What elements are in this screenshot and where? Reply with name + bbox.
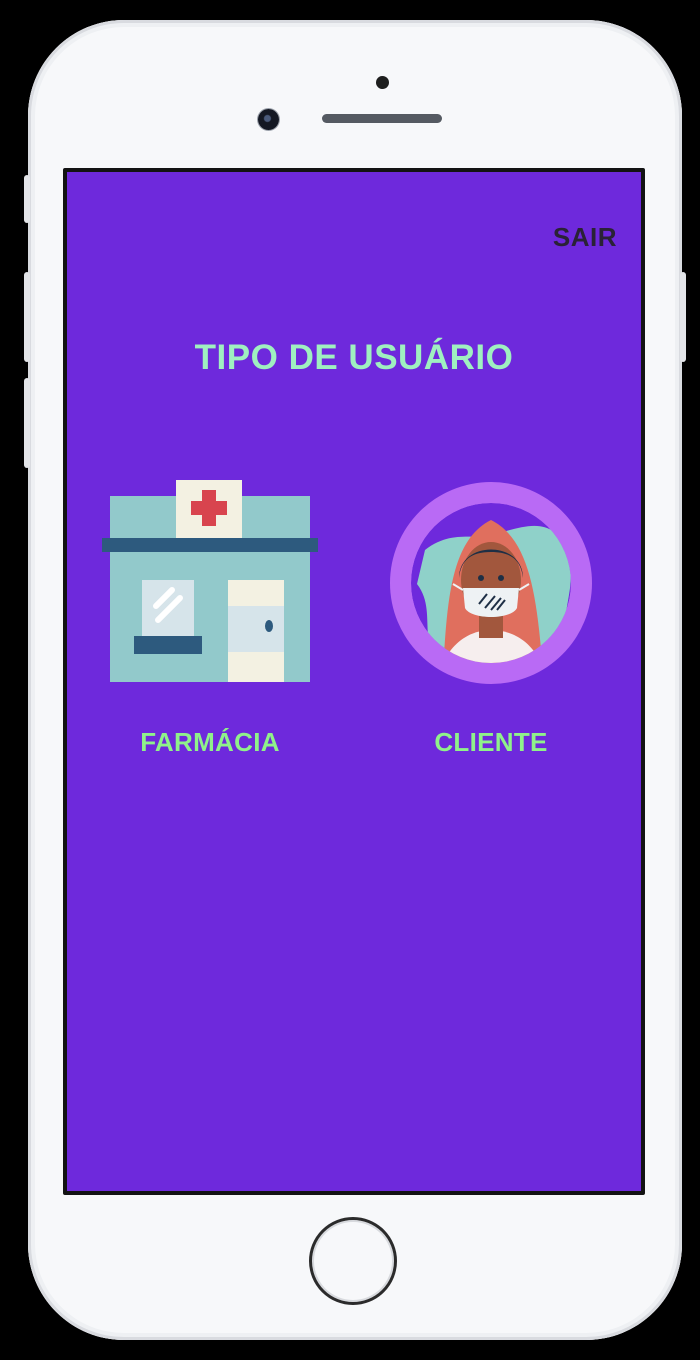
proximity-sensor (376, 76, 389, 89)
user-type-option-cliente[interactable]: CLIENTE (371, 480, 611, 758)
option-label-cliente: CLIENTE (434, 727, 548, 757)
app-screen: SAIR TIPO DE USUÁRIO FARMÁCIA CLIENTE (63, 168, 645, 1195)
volume-down-button (24, 378, 30, 468)
logout-button[interactable]: SAIR (553, 222, 617, 253)
client-avatar-icon (390, 482, 592, 684)
volume-up-button (24, 272, 30, 362)
front-camera (258, 109, 279, 130)
user-type-option-farmacia[interactable]: FARMÁCIA (90, 480, 330, 758)
earpiece-speaker (322, 114, 442, 123)
page-title: TIPO DE USUÁRIO (194, 338, 514, 377)
option-label-farmacia: FARMÁCIA (140, 727, 280, 757)
mute-switch (24, 175, 30, 223)
home-button[interactable] (309, 1217, 397, 1305)
power-button (680, 272, 686, 362)
pharmacy-building-icon (102, 480, 318, 682)
